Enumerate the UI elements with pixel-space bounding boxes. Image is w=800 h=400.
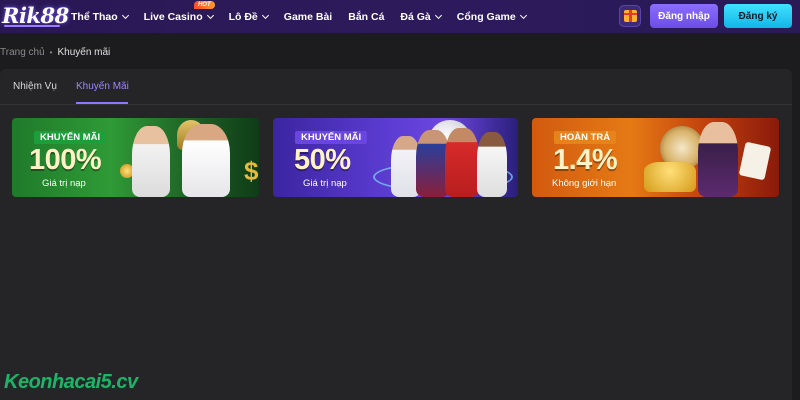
promo-subtitle: Giá trị nạp — [303, 178, 347, 189]
menu-item-game-bai[interactable]: Game Bài — [284, 11, 332, 23]
menu-item-label: Lô Đề — [228, 10, 258, 23]
chevron-down-icon — [434, 11, 442, 19]
gift-icon — [623, 10, 637, 22]
promo-subtitle: Không giới hạn — [552, 178, 617, 189]
breadcrumb-separator-icon: • — [49, 48, 53, 57]
football-player-image — [182, 124, 230, 197]
menu-item-label: Live Casino — [143, 10, 203, 23]
login-button[interactable]: Đăng nhập — [650, 4, 718, 28]
breadcrumb-home-link[interactable]: Trang chủ — [0, 47, 45, 58]
chevron-down-icon — [519, 11, 527, 19]
active-tab-indicator — [76, 102, 128, 104]
menu-item-cong-game[interactable]: Cổng Game — [456, 10, 527, 23]
menu-item-ban-ca[interactable]: Bắn Cá — [348, 11, 384, 23]
coin-pile-image — [644, 162, 696, 192]
promo-subtitle: Giá trị nạp — [42, 178, 86, 189]
promotions-panel: Nhiệm Vụ Khuyến Mãi KHUYẾN MÃI 100% Giá … — [0, 69, 792, 400]
menu-item-the-thao[interactable]: Thể Thao — [71, 10, 129, 23]
watermark-text: Keonhacai5.cv — [4, 371, 138, 393]
football-player-image — [477, 132, 507, 197]
model-image — [132, 126, 170, 197]
promo-tag: KHUYẾN MÃI — [295, 131, 368, 144]
top-navbar: Rik88 Thể Thao Live Casino HOT Lô Đề Gam… — [0, 0, 800, 33]
menu-item-lo-de[interactable]: Lô Đề — [228, 10, 269, 23]
promo-value: 100% — [29, 144, 102, 176]
promo-card-cashback[interactable]: HOÀN TRẢ 1.4% Không giới hạn — [532, 118, 779, 197]
dollar-sign-image: $ — [244, 156, 259, 186]
chevron-down-icon — [261, 11, 269, 19]
main-menu: Thể Thao Live Casino HOT Lô Đề Game Bài … — [71, 0, 542, 33]
promo-tag: KHUYẾN MÃI — [34, 131, 107, 144]
football-player-image — [445, 128, 479, 197]
menu-item-label: Thể Thao — [71, 10, 118, 23]
menu-item-label: Cổng Game — [456, 10, 516, 23]
menu-item-live-casino[interactable]: Live Casino HOT — [143, 0, 215, 23]
hot-badge: HOT — [193, 0, 215, 9]
chevron-down-icon — [121, 11, 129, 19]
breadcrumb: Trang chủ • Khuyến mãi — [0, 47, 110, 58]
chevron-down-icon — [206, 11, 214, 19]
register-button[interactable]: Đăng ký — [724, 4, 792, 28]
promo-value: 50% — [294, 144, 351, 176]
menu-item-da-ga[interactable]: Đá Gà — [400, 10, 442, 23]
model-image — [698, 122, 738, 197]
promo-card-100[interactable]: KHUYẾN MÃI 100% Giá trị nạp $ — [12, 118, 259, 197]
tab-bar: Nhiệm Vụ Khuyến Mãi — [0, 69, 792, 105]
menu-item-label: Bắn Cá — [348, 10, 385, 23]
menu-item-label: Game Bài — [283, 10, 333, 23]
promo-value: 1.4% — [553, 144, 618, 176]
promo-card-50[interactable]: KHUYẾN MÃI 50% Giá trị nạp — [273, 118, 518, 197]
menu-item-label: Đá Gà — [400, 10, 431, 23]
playing-cards-image — [738, 141, 772, 181]
tab-nhiem-vu[interactable]: Nhiệm Vụ — [13, 81, 57, 92]
breadcrumb-current: Khuyến mãi — [57, 47, 111, 58]
tab-khuyen-mai[interactable]: Khuyến Mãi — [76, 81, 129, 92]
gift-button[interactable] — [619, 5, 641, 27]
promo-tag: HOÀN TRẢ — [554, 131, 617, 144]
logo-underline — [4, 25, 60, 27]
